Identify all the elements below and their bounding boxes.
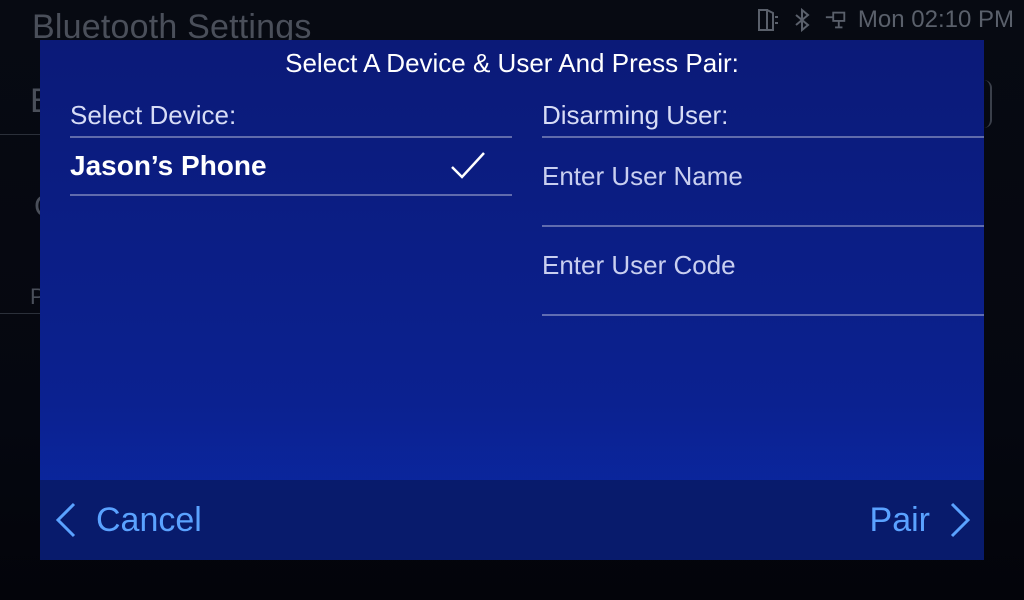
network-icon	[824, 7, 848, 33]
dialog-title: Select A Device & User And Press Pair:	[285, 48, 739, 78]
status-time: Mon 02:10 PM	[857, 6, 1014, 33]
user-code-input[interactable]	[542, 245, 984, 285]
device-column: Select Device: Jason’s Phone	[70, 96, 512, 196]
cancel-button[interactable]: Cancel	[52, 500, 202, 540]
user-name-input[interactable]	[542, 156, 984, 196]
chevron-right-icon	[950, 502, 971, 538]
device-name: Jason’s Phone	[70, 150, 267, 181]
checkmark-icon	[448, 146, 488, 186]
input-underline	[542, 314, 984, 316]
bg-divider	[0, 313, 40, 314]
select-device-label: Select Device:	[70, 100, 237, 130]
pair-label: Pair	[869, 500, 930, 539]
door-icon	[756, 7, 780, 33]
chevron-left-icon	[55, 502, 76, 538]
user-column: Disarming User:	[542, 96, 984, 316]
user-name-field-wrapper	[542, 138, 984, 227]
bluetooth-icon	[790, 7, 814, 33]
disarming-user-label: Disarming User:	[542, 100, 729, 130]
status-bar: Mon 02:10 PM	[756, 6, 1014, 34]
dialog-footer: Cancel Pair	[40, 480, 984, 560]
user-code-field-wrapper	[542, 227, 984, 316]
cancel-label: Cancel	[96, 500, 202, 539]
pair-device-dialog: Select A Device & User And Press Pair: S…	[40, 40, 984, 560]
device-list-item[interactable]: Jason’s Phone	[70, 138, 512, 194]
pair-button[interactable]: Pair	[870, 500, 974, 540]
bg-control-edge	[984, 80, 992, 128]
bg-divider	[0, 134, 40, 135]
divider	[70, 194, 512, 196]
